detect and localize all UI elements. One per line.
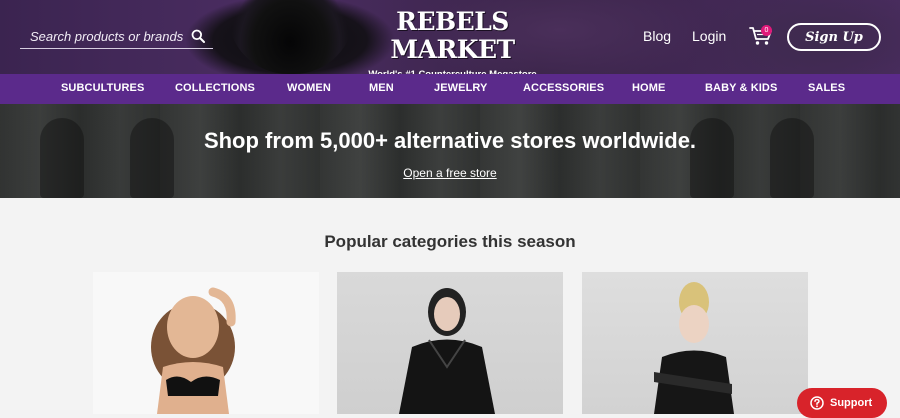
category-card-image	[654, 282, 734, 414]
category-card[interactable]	[337, 272, 563, 414]
nav-item-sales[interactable]: SALES	[808, 82, 845, 94]
signup-button[interactable]: Sign Up	[787, 23, 881, 51]
nav-item-women[interactable]: WOMEN	[287, 82, 331, 94]
category-card[interactable]	[93, 272, 319, 414]
blog-link[interactable]: Blog	[643, 28, 671, 44]
category-nav: SUBCULTURES COLLECTIONS WOMEN MEN JEWELR…	[0, 74, 900, 104]
site-logo[interactable]: REBELS MARKET World's #1 Counterculture …	[365, 7, 540, 81]
header-background-figure	[228, 0, 354, 74]
help-circle-icon	[810, 396, 824, 410]
category-card-image	[151, 287, 236, 414]
nav-item-subcultures[interactable]: SUBCULTURES	[61, 82, 144, 94]
site-header: REBELS MARKET World's #1 Counterculture …	[0, 0, 900, 80]
nav-item-jewelry[interactable]: JEWELRY	[434, 82, 487, 94]
support-label: Support	[830, 397, 873, 409]
category-card[interactable]	[582, 272, 808, 414]
hero-title: Shop from 5,000+ alternative stores worl…	[203, 128, 697, 153]
category-card-image	[399, 288, 495, 414]
search-icon[interactable]	[191, 29, 205, 43]
search-input[interactable]	[20, 24, 190, 48]
nav-item-home[interactable]: HOME	[632, 82, 665, 94]
nav-item-accessories[interactable]: ACCESSORIES	[523, 82, 604, 94]
nav-item-men[interactable]: MEN	[369, 82, 394, 94]
hero-banner: Shop from 5,000+ alternative stores worl…	[0, 104, 900, 198]
logo-wordmark: REBELS MARKET	[390, 7, 515, 64]
nav-item-collections[interactable]: COLLECTIONS	[175, 82, 255, 94]
section-title: Popular categories this season	[324, 232, 576, 251]
search-bar[interactable]	[20, 24, 213, 49]
open-store-link[interactable]: Open a free store	[0, 166, 900, 180]
login-link[interactable]: Login	[692, 28, 726, 44]
nav-item-baby-kids[interactable]: BABY & KIDS	[705, 82, 777, 94]
cart-count-badge: 0	[761, 25, 772, 36]
